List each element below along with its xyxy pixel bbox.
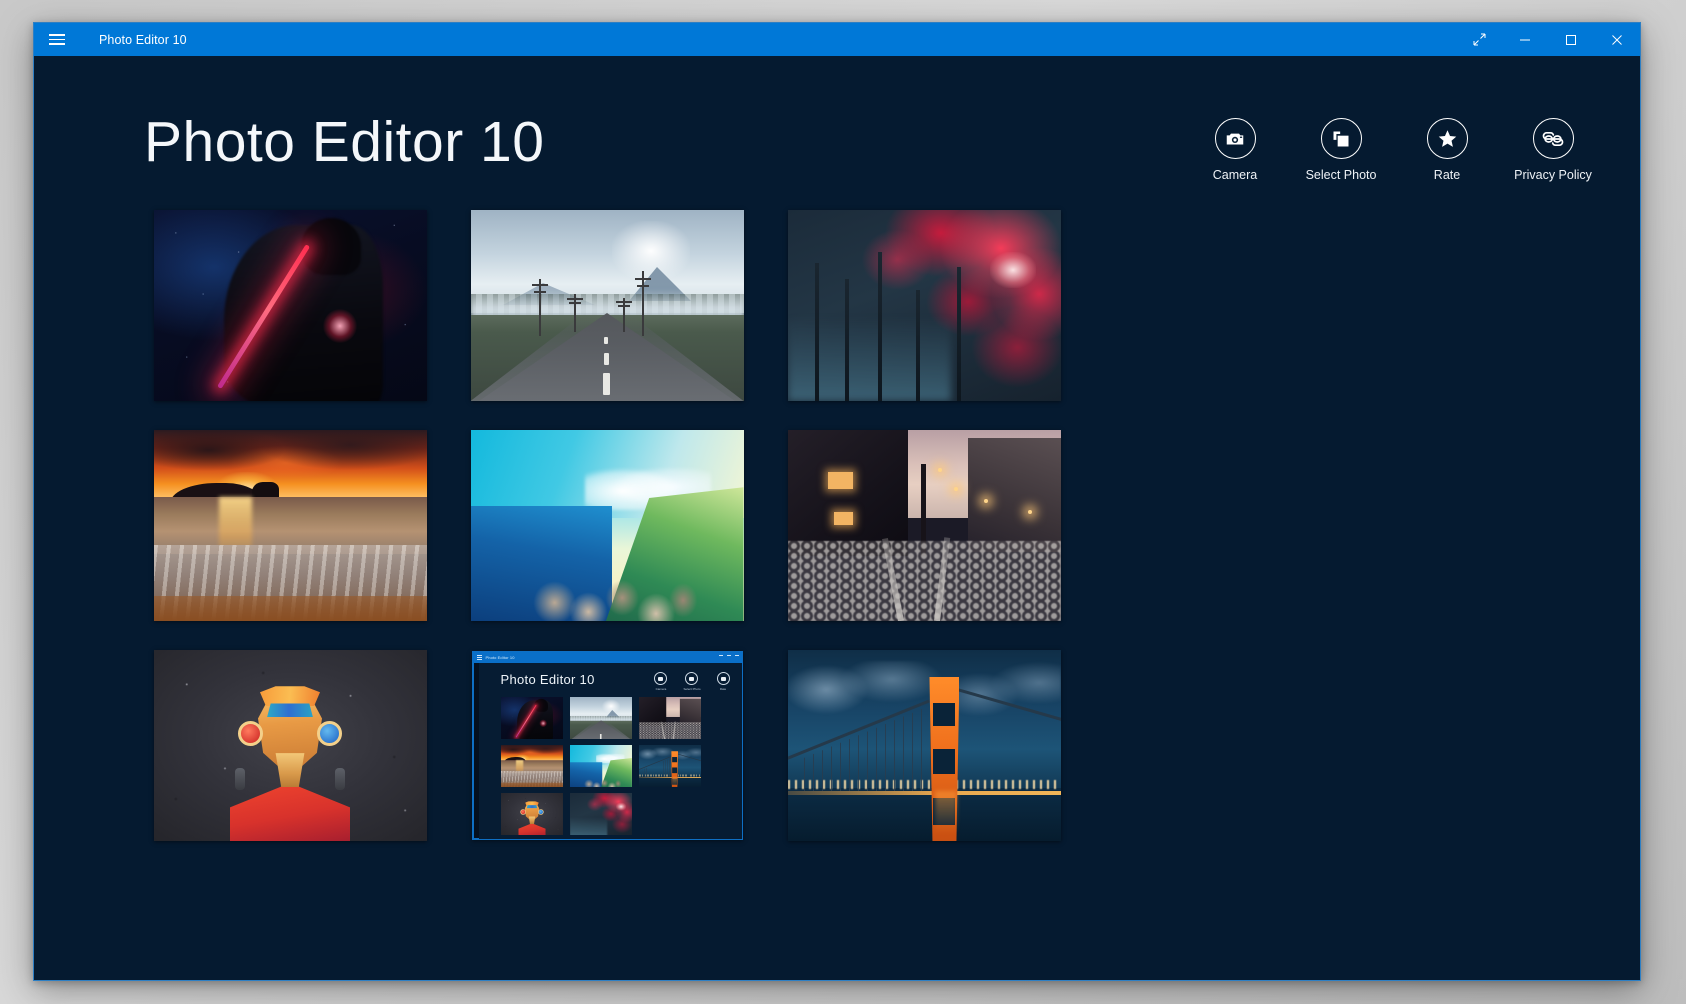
close-icon bbox=[1612, 34, 1622, 45]
photo-thumbnail[interactable] bbox=[466, 209, 748, 402]
link-chain-icon bbox=[1542, 131, 1564, 146]
photo-thumbnail[interactable] bbox=[783, 429, 1065, 622]
diagonal-arrows-icon bbox=[1473, 33, 1485, 46]
nested-select-photo-button: Select Photo bbox=[683, 672, 701, 691]
rate-label: Rate bbox=[1433, 168, 1461, 182]
photo-hero-art bbox=[153, 650, 427, 841]
minimize-button[interactable] bbox=[1502, 23, 1548, 56]
app-content: Photo Editor 10 Camera Select Photo Rate… bbox=[34, 56, 1640, 980]
nested-rate-button: Rate bbox=[716, 672, 730, 691]
copy-photos-icon bbox=[1333, 131, 1349, 146]
nested-thumbnail bbox=[569, 793, 632, 835]
photo-thumbnail[interactable] bbox=[149, 649, 431, 842]
nested-rate-icon bbox=[716, 672, 730, 685]
photo-thumbnail[interactable] bbox=[466, 429, 748, 622]
hamburger-menu-icon[interactable] bbox=[34, 23, 80, 56]
camera-button[interactable]: Camera bbox=[1204, 118, 1266, 182]
nested-window-title: Photo Editor 10 bbox=[485, 655, 515, 660]
nested-thumbnail bbox=[638, 697, 701, 739]
photo-saber-art bbox=[153, 210, 427, 401]
nested-thumbnail bbox=[500, 697, 563, 739]
nested-thumbnail bbox=[500, 745, 563, 787]
rate-icon-circle bbox=[1426, 118, 1468, 159]
page-title: Photo Editor 10 bbox=[144, 110, 545, 174]
nested-camera-button: Camera bbox=[654, 672, 668, 691]
window-title: Photo Editor 10 bbox=[99, 32, 187, 47]
star-icon bbox=[1438, 130, 1456, 147]
nested-thumbnail bbox=[569, 697, 632, 739]
nested-select-photo-label: Select Photo bbox=[683, 687, 701, 691]
maximize-icon bbox=[1566, 34, 1576, 45]
window-controls bbox=[1456, 23, 1640, 56]
nested-photo-grid bbox=[500, 697, 701, 835]
nested-camera-label: Camera bbox=[655, 687, 667, 691]
privacy-policy-label: Privacy Policy bbox=[1514, 168, 1592, 182]
app-window: Photo Editor 10 Photo Editor 10 Camera S… bbox=[33, 22, 1641, 981]
photo-street-art bbox=[787, 430, 1061, 621]
header-row: Photo Editor 10 Camera Select Photo Rate… bbox=[34, 56, 1640, 196]
privacy-policy-button[interactable]: Privacy Policy bbox=[1514, 118, 1592, 182]
nested-window-controls bbox=[718, 655, 739, 656]
minimize-icon bbox=[1520, 39, 1530, 40]
nested-thumbnail bbox=[569, 745, 632, 787]
photo-thumbnail[interactable] bbox=[149, 209, 431, 402]
photo-bridge-art bbox=[787, 650, 1061, 841]
photo-thumbnail[interactable]: Photo Editor 10 Photo Editor 10 Camera S… bbox=[466, 649, 748, 842]
nested-titlebar: Photo Editor 10 bbox=[472, 652, 742, 663]
photo-ridge-art bbox=[470, 430, 744, 621]
camera-icon bbox=[1226, 133, 1244, 144]
photo-thumbnail[interactable] bbox=[149, 429, 431, 622]
window-titlebar: Photo Editor 10 bbox=[34, 23, 1640, 56]
select-photo-label: Select Photo bbox=[1305, 168, 1377, 182]
photo-app-screenshot-art: Photo Editor 10 Photo Editor 10 Camera S… bbox=[471, 651, 743, 840]
photo-grid: Photo Editor 10 Photo Editor 10 Camera S… bbox=[149, 209, 1065, 842]
photo-thumbnail[interactable] bbox=[783, 649, 1065, 842]
close-button[interactable] bbox=[1594, 23, 1640, 56]
restore-expand-button[interactable] bbox=[1456, 23, 1502, 56]
nested-thumbnail bbox=[500, 793, 563, 835]
nested-select-photo-icon bbox=[685, 672, 699, 685]
action-toolbar: Camera Select Photo Rate Privacy Policy bbox=[1204, 118, 1592, 182]
nested-thumbnail bbox=[639, 793, 701, 835]
camera-label: Camera bbox=[1212, 168, 1258, 182]
select-photo-button[interactable]: Select Photo bbox=[1306, 118, 1376, 182]
nested-rate-label: Rate bbox=[719, 687, 727, 691]
photo-thumbnail[interactable] bbox=[783, 209, 1065, 402]
nested-thumbnail bbox=[638, 745, 701, 787]
photo-forest-art bbox=[787, 210, 1061, 401]
rate-button[interactable]: Rate bbox=[1416, 118, 1478, 182]
nested-camera-icon bbox=[654, 672, 668, 685]
photo-road-art bbox=[470, 210, 744, 401]
select-photo-icon-circle bbox=[1320, 118, 1362, 159]
camera-icon-circle bbox=[1214, 118, 1256, 159]
nested-content: Photo Editor 10 Camera Select Photo Rate bbox=[478, 663, 742, 839]
nested-toolbar: Camera Select Photo Rate bbox=[654, 672, 730, 691]
nested-hamburger-icon bbox=[476, 655, 482, 660]
photo-beach-art bbox=[153, 430, 427, 621]
privacy-policy-icon-circle bbox=[1532, 118, 1574, 159]
maximize-button[interactable] bbox=[1548, 23, 1594, 56]
